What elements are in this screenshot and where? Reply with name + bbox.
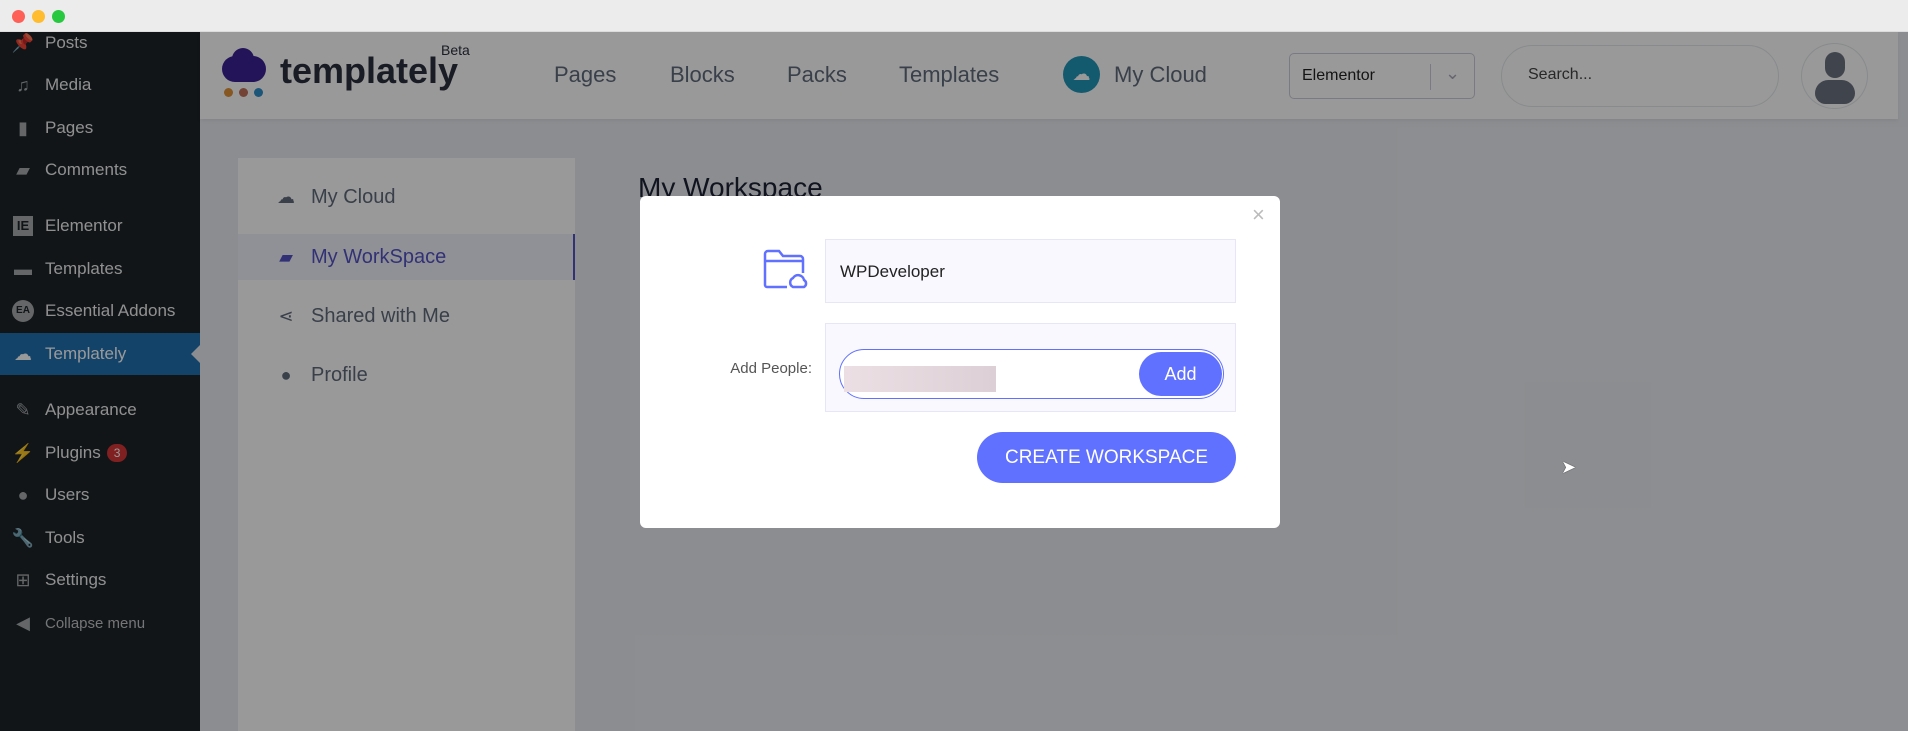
minimize-window-button[interactable] — [32, 10, 45, 23]
close-icon[interactable]: × — [1252, 202, 1265, 228]
close-window-button[interactable] — [12, 10, 25, 23]
mouse-cursor: ➤ — [1561, 457, 1577, 477]
create-workspace-modal: × WPDeveloper Add Add People: CREATE WOR… — [640, 196, 1280, 528]
add-people-label: Add People: — [730, 360, 812, 377]
add-people-input[interactable]: Add — [839, 349, 1224, 399]
create-workspace-button[interactable]: CREATE WORKSPACE — [977, 432, 1236, 483]
workspace-name-value: WPDeveloper — [840, 262, 945, 281]
workspace-name-input[interactable]: WPDeveloper — [825, 239, 1236, 303]
redacted-email — [844, 366, 996, 392]
add-people-section: Add — [825, 323, 1236, 412]
folder-cloud-icon — [763, 249, 808, 289]
window-titlebar — [0, 0, 1908, 32]
add-button[interactable]: Add — [1139, 352, 1222, 396]
maximize-window-button[interactable] — [52, 10, 65, 23]
